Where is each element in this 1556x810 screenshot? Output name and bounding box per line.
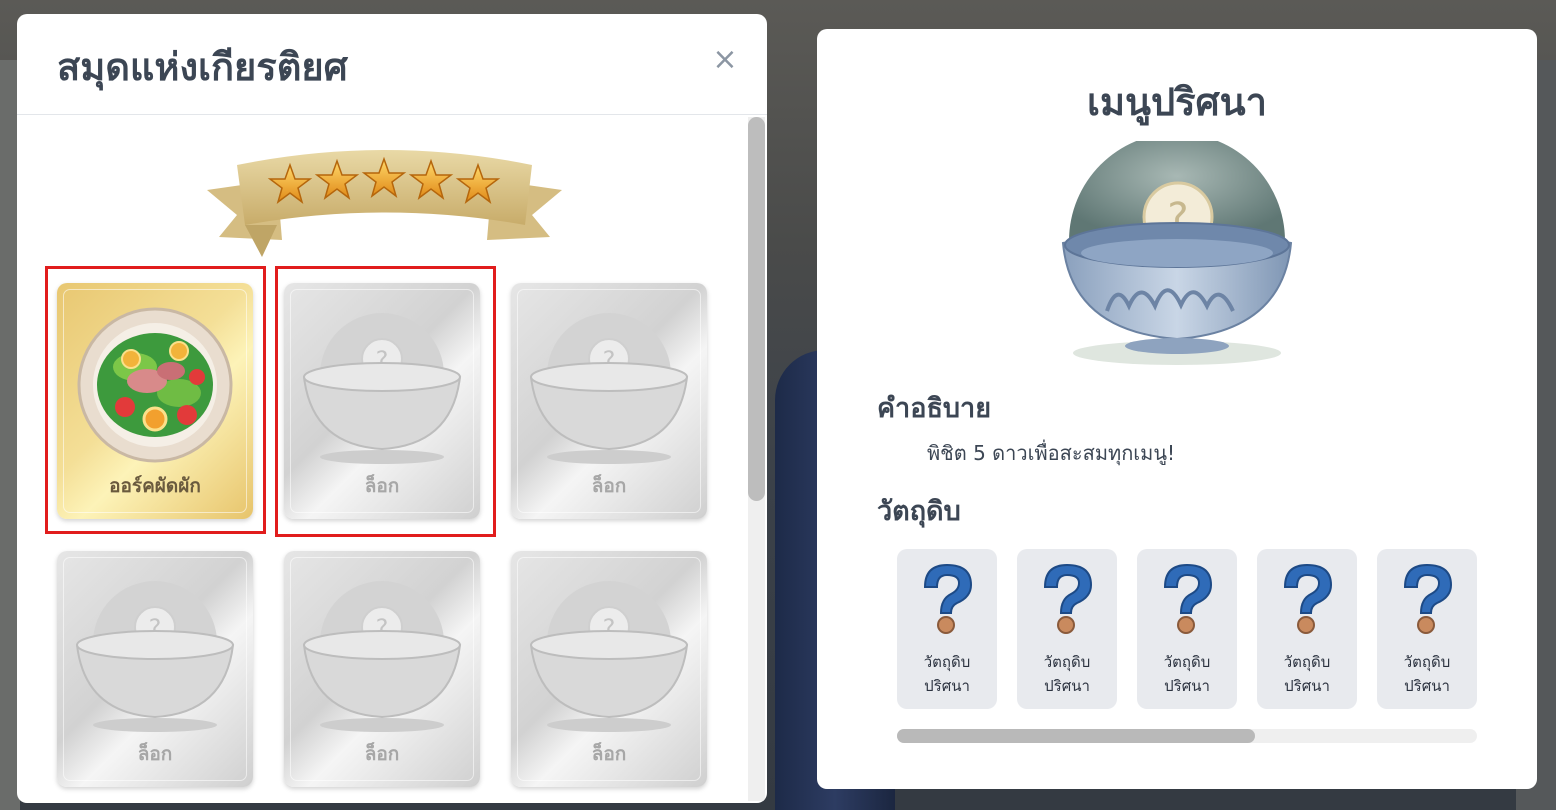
highlight-box bbox=[275, 266, 496, 537]
card-label: ล็อก bbox=[364, 743, 400, 765]
ingredient-slot[interactable]: วัตถุดิบ ปริศนา bbox=[1257, 549, 1357, 709]
ingredient-label: วัตถุดิบ ปริศนา bbox=[1043, 653, 1091, 695]
highlight-box bbox=[45, 266, 266, 534]
recipe-detail-panel: เมนูปริศนา ? คำอธิบาย พิชิต 5 ดาวเพื่อสะ… bbox=[817, 29, 1537, 789]
ingredient-slot[interactable]: วัตถุดิบ ปริศนา bbox=[1017, 549, 1117, 709]
recipe-title: เมนูปริศนา bbox=[1087, 80, 1267, 124]
question-mark-icon bbox=[1043, 563, 1093, 634]
ingredient-label: วัตถุดิบ ปริศนา bbox=[1163, 653, 1211, 695]
card-label: ล็อก bbox=[137, 743, 173, 765]
ingredient-label: วัตถุดิบ ปริศนา bbox=[923, 653, 971, 695]
recipe-card-locked[interactable]: ? ล็อก bbox=[511, 283, 707, 519]
ingredient-slot[interactable]: วัตถุดิบ ปริศนา bbox=[1137, 549, 1237, 709]
panel-header: สมุดแห่งเกียรติยศ × bbox=[17, 14, 767, 115]
mystery-bowl-icon: ? bbox=[1061, 141, 1293, 365]
card-label: ล็อก bbox=[591, 743, 627, 765]
ingredients-list[interactable]: วัตถุดิบ ปริศนา วัตถุดิบ ปริศนา วัตถุดิบ ปร… bbox=[897, 549, 1477, 709]
ingredient-label: วัตถุดิบ ปริศนา bbox=[1283, 653, 1331, 695]
five-star-ribbon-icon bbox=[207, 150, 562, 257]
ingredient-slot[interactable]: วัตถุดิบ ปริศนา bbox=[897, 549, 997, 709]
mystery-bowl-icon: ? bbox=[529, 581, 689, 732]
question-mark-icon bbox=[1283, 563, 1333, 634]
card-label: ล็อก bbox=[591, 475, 627, 497]
ingredients-heading: วัตถุดิบ bbox=[877, 496, 961, 527]
description-heading: คำอธิบาย bbox=[877, 393, 992, 424]
mystery-bowl-icon: ? bbox=[529, 313, 689, 464]
description-text: พิชิต 5 ดาวเพื่อสะสมทุกเมนู! bbox=[927, 441, 1176, 465]
ingredient-label: วัตถุดิบ ปริศนา bbox=[1403, 653, 1451, 695]
question-mark-icon bbox=[1163, 563, 1213, 634]
panel-title: สมุดแห่งเกียรติยศ bbox=[57, 45, 348, 89]
vertical-scrollbar-thumb[interactable] bbox=[748, 117, 765, 501]
recipe-card-locked[interactable]: ? ล็อก bbox=[57, 551, 253, 787]
recipe-card-locked[interactable]: ? ล็อก bbox=[511, 551, 707, 787]
recipe-card-locked[interactable]: ? ล็อก bbox=[284, 551, 480, 787]
close-button[interactable]: × bbox=[711, 45, 739, 75]
mystery-bowl-icon: ? bbox=[302, 581, 462, 732]
ingredient-slot[interactable]: วัตถุดิบ ปริศนา bbox=[1377, 549, 1477, 709]
mystery-bowl-icon: ? bbox=[75, 581, 235, 732]
horizontal-scrollbar-thumb[interactable] bbox=[897, 729, 1255, 743]
question-mark-icon bbox=[923, 563, 973, 634]
question-mark-icon bbox=[1403, 563, 1453, 634]
